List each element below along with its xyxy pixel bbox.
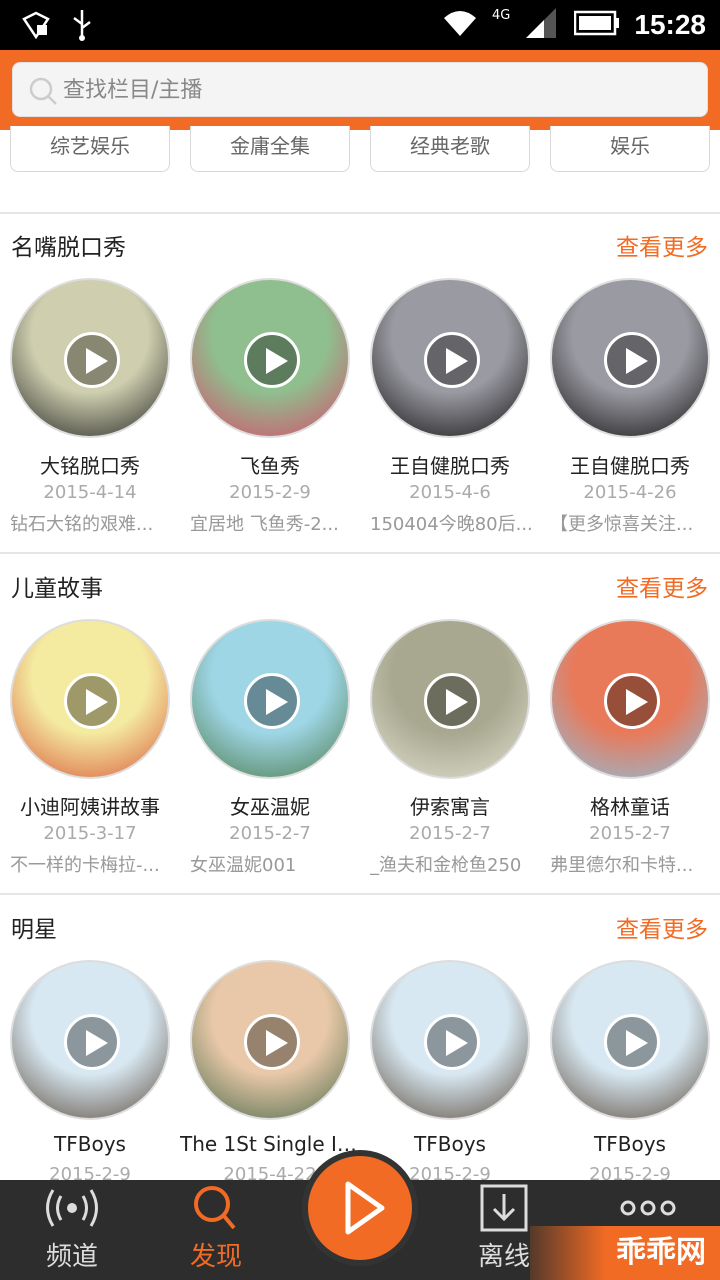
program-date: 2015-2-7 [589, 823, 671, 844]
search-icon [27, 75, 59, 111]
program-desc: 宜居地 飞鱼秀-2... [190, 514, 339, 535]
nav-discover-label: 发现 [189, 1242, 242, 1272]
see-more-link[interactable]: 查看更多 [616, 910, 708, 944]
search-header [0, 50, 720, 130]
program-title: 小迪阿姨讲故事 [20, 795, 160, 819]
cover-image [10, 278, 170, 438]
program-card[interactable]: 伊索寓言 2015-2-7 _渔夫和金枪鱼250 [360, 619, 540, 889]
program-date: 2015-2-9 [229, 482, 311, 503]
play-icon[interactable] [604, 1014, 660, 1070]
program-title: 王自健脱口秀 [390, 454, 510, 478]
cover-image [190, 278, 350, 438]
program-date: 2015-3-17 [43, 823, 137, 844]
chip-variety[interactable]: 综艺娱乐 [10, 126, 170, 172]
program-card[interactable]: 王自健脱口秀 2015-4-6 150404今晚80后... [360, 278, 540, 548]
cover-image [370, 278, 530, 438]
program-title: 飞鱼秀 [240, 454, 300, 478]
chip-entertainment[interactable]: 娱乐 [550, 126, 710, 172]
see-more-link[interactable]: 查看更多 [616, 228, 708, 262]
program-date: 2015-4-14 [43, 482, 137, 503]
section-title: 明星 [11, 917, 57, 943]
cover-image [190, 619, 350, 779]
program-title: TFBoys [594, 1132, 666, 1156]
program-title: 大铭脱口秀 [40, 454, 140, 478]
section-kids-stories: 儿童故事 查看更多 小迪阿姨讲故事 2015-3-17 不一样的卡梅拉-... … [0, 555, 720, 895]
section-title: 儿童故事 [11, 576, 103, 602]
play-icon[interactable] [424, 332, 480, 388]
play-icon[interactable] [244, 673, 300, 729]
search-input[interactable] [63, 71, 683, 109]
nav-channel[interactable]: 频道 [12, 1180, 132, 1280]
play-icon[interactable] [604, 673, 660, 729]
cover-image [550, 960, 710, 1120]
nav-discover[interactable]: 发现 [156, 1180, 276, 1280]
chip-classic-songs[interactable]: 经典老歌 [370, 126, 530, 172]
radio-waves-icon [42, 1184, 102, 1232]
watermark: 乖乖网 [530, 1226, 720, 1280]
play-icon[interactable] [604, 332, 660, 388]
search-box[interactable] [12, 62, 708, 117]
wifi-icon [442, 8, 478, 42]
search-icon [186, 1184, 246, 1232]
cover-image [370, 619, 530, 779]
more-dots-icon [618, 1184, 678, 1232]
clock: 15:28 [634, 9, 706, 40]
program-title: 女巫温妮 [230, 795, 310, 819]
signal-icon [524, 6, 560, 44]
program-title: 王自健脱口秀 [570, 454, 690, 478]
cover-image [370, 960, 530, 1120]
security-shield-icon [20, 9, 52, 45]
program-desc: _渔夫和金枪鱼250 [370, 855, 522, 876]
program-card[interactable]: 女巫温妮 2015-2-7 女巫温妮001 [180, 619, 360, 889]
program-card[interactable]: 王自健脱口秀 2015-4-26 【更多惊喜关注... [540, 278, 720, 548]
section-talk-show: 名嘴脱口秀 查看更多 大铭脱口秀 2015-4-14 钻石大铭的艰难... 飞鱼… [0, 214, 720, 554]
program-date: 2015-4-6 [409, 482, 491, 503]
program-desc: 钻石大铭的艰难... [10, 514, 154, 535]
program-desc: 不一样的卡梅拉-... [10, 855, 160, 876]
program-date: 2015-4-26 [583, 482, 677, 503]
download-icon [474, 1184, 534, 1232]
program-desc: 弗里德尔和卡特... [550, 855, 694, 876]
program-card[interactable]: 大铭脱口秀 2015-4-14 钻石大铭的艰难... [0, 278, 180, 548]
program-title: The 1St Single Int... [180, 1132, 360, 1156]
play-icon[interactable] [244, 332, 300, 388]
player-play-button[interactable] [302, 1150, 418, 1266]
nav-channel-label: 频道 [45, 1242, 98, 1272]
play-icon[interactable] [64, 332, 120, 388]
cover-image [190, 960, 350, 1120]
play-icon[interactable] [64, 1014, 120, 1070]
play-icon [345, 1181, 385, 1235]
section-title: 名嘴脱口秀 [11, 235, 126, 261]
see-more-link[interactable]: 查看更多 [616, 569, 708, 603]
program-card[interactable]: 飞鱼秀 2015-2-9 宜居地 飞鱼秀-2... [180, 278, 360, 548]
usb-icon [70, 8, 94, 46]
cover-image [550, 278, 710, 438]
program-title: 伊索寓言 [410, 795, 490, 819]
program-title: 格林童话 [590, 795, 670, 819]
program-card[interactable]: 格林童话 2015-2-7 弗里德尔和卡特... [540, 619, 720, 889]
battery-icon [574, 10, 620, 40]
program-desc: 【更多惊喜关注... [550, 514, 694, 535]
program-title: TFBoys [414, 1132, 486, 1156]
category-chips: 综艺娱乐 金庸全集 经典老歌 娱乐 [0, 126, 720, 214]
play-icon[interactable] [64, 673, 120, 729]
program-date: 2015-2-7 [229, 823, 311, 844]
cover-image [10, 619, 170, 779]
cover-image [10, 960, 170, 1120]
program-card[interactable]: 小迪阿姨讲故事 2015-3-17 不一样的卡梅拉-... [0, 619, 180, 889]
play-icon[interactable] [244, 1014, 300, 1070]
network-type: 4G [492, 7, 511, 23]
status-bar: 4G 15:28 [0, 0, 720, 50]
chip-jinyong[interactable]: 金庸全集 [190, 126, 350, 172]
program-desc: 女巫温妮001 [190, 855, 297, 876]
program-date: 2015-2-7 [409, 823, 491, 844]
play-icon[interactable] [424, 673, 480, 729]
program-desc: 150404今晚80后... [370, 514, 533, 535]
program-title: TFBoys [54, 1132, 126, 1156]
play-icon[interactable] [424, 1014, 480, 1070]
cover-image [550, 619, 710, 779]
